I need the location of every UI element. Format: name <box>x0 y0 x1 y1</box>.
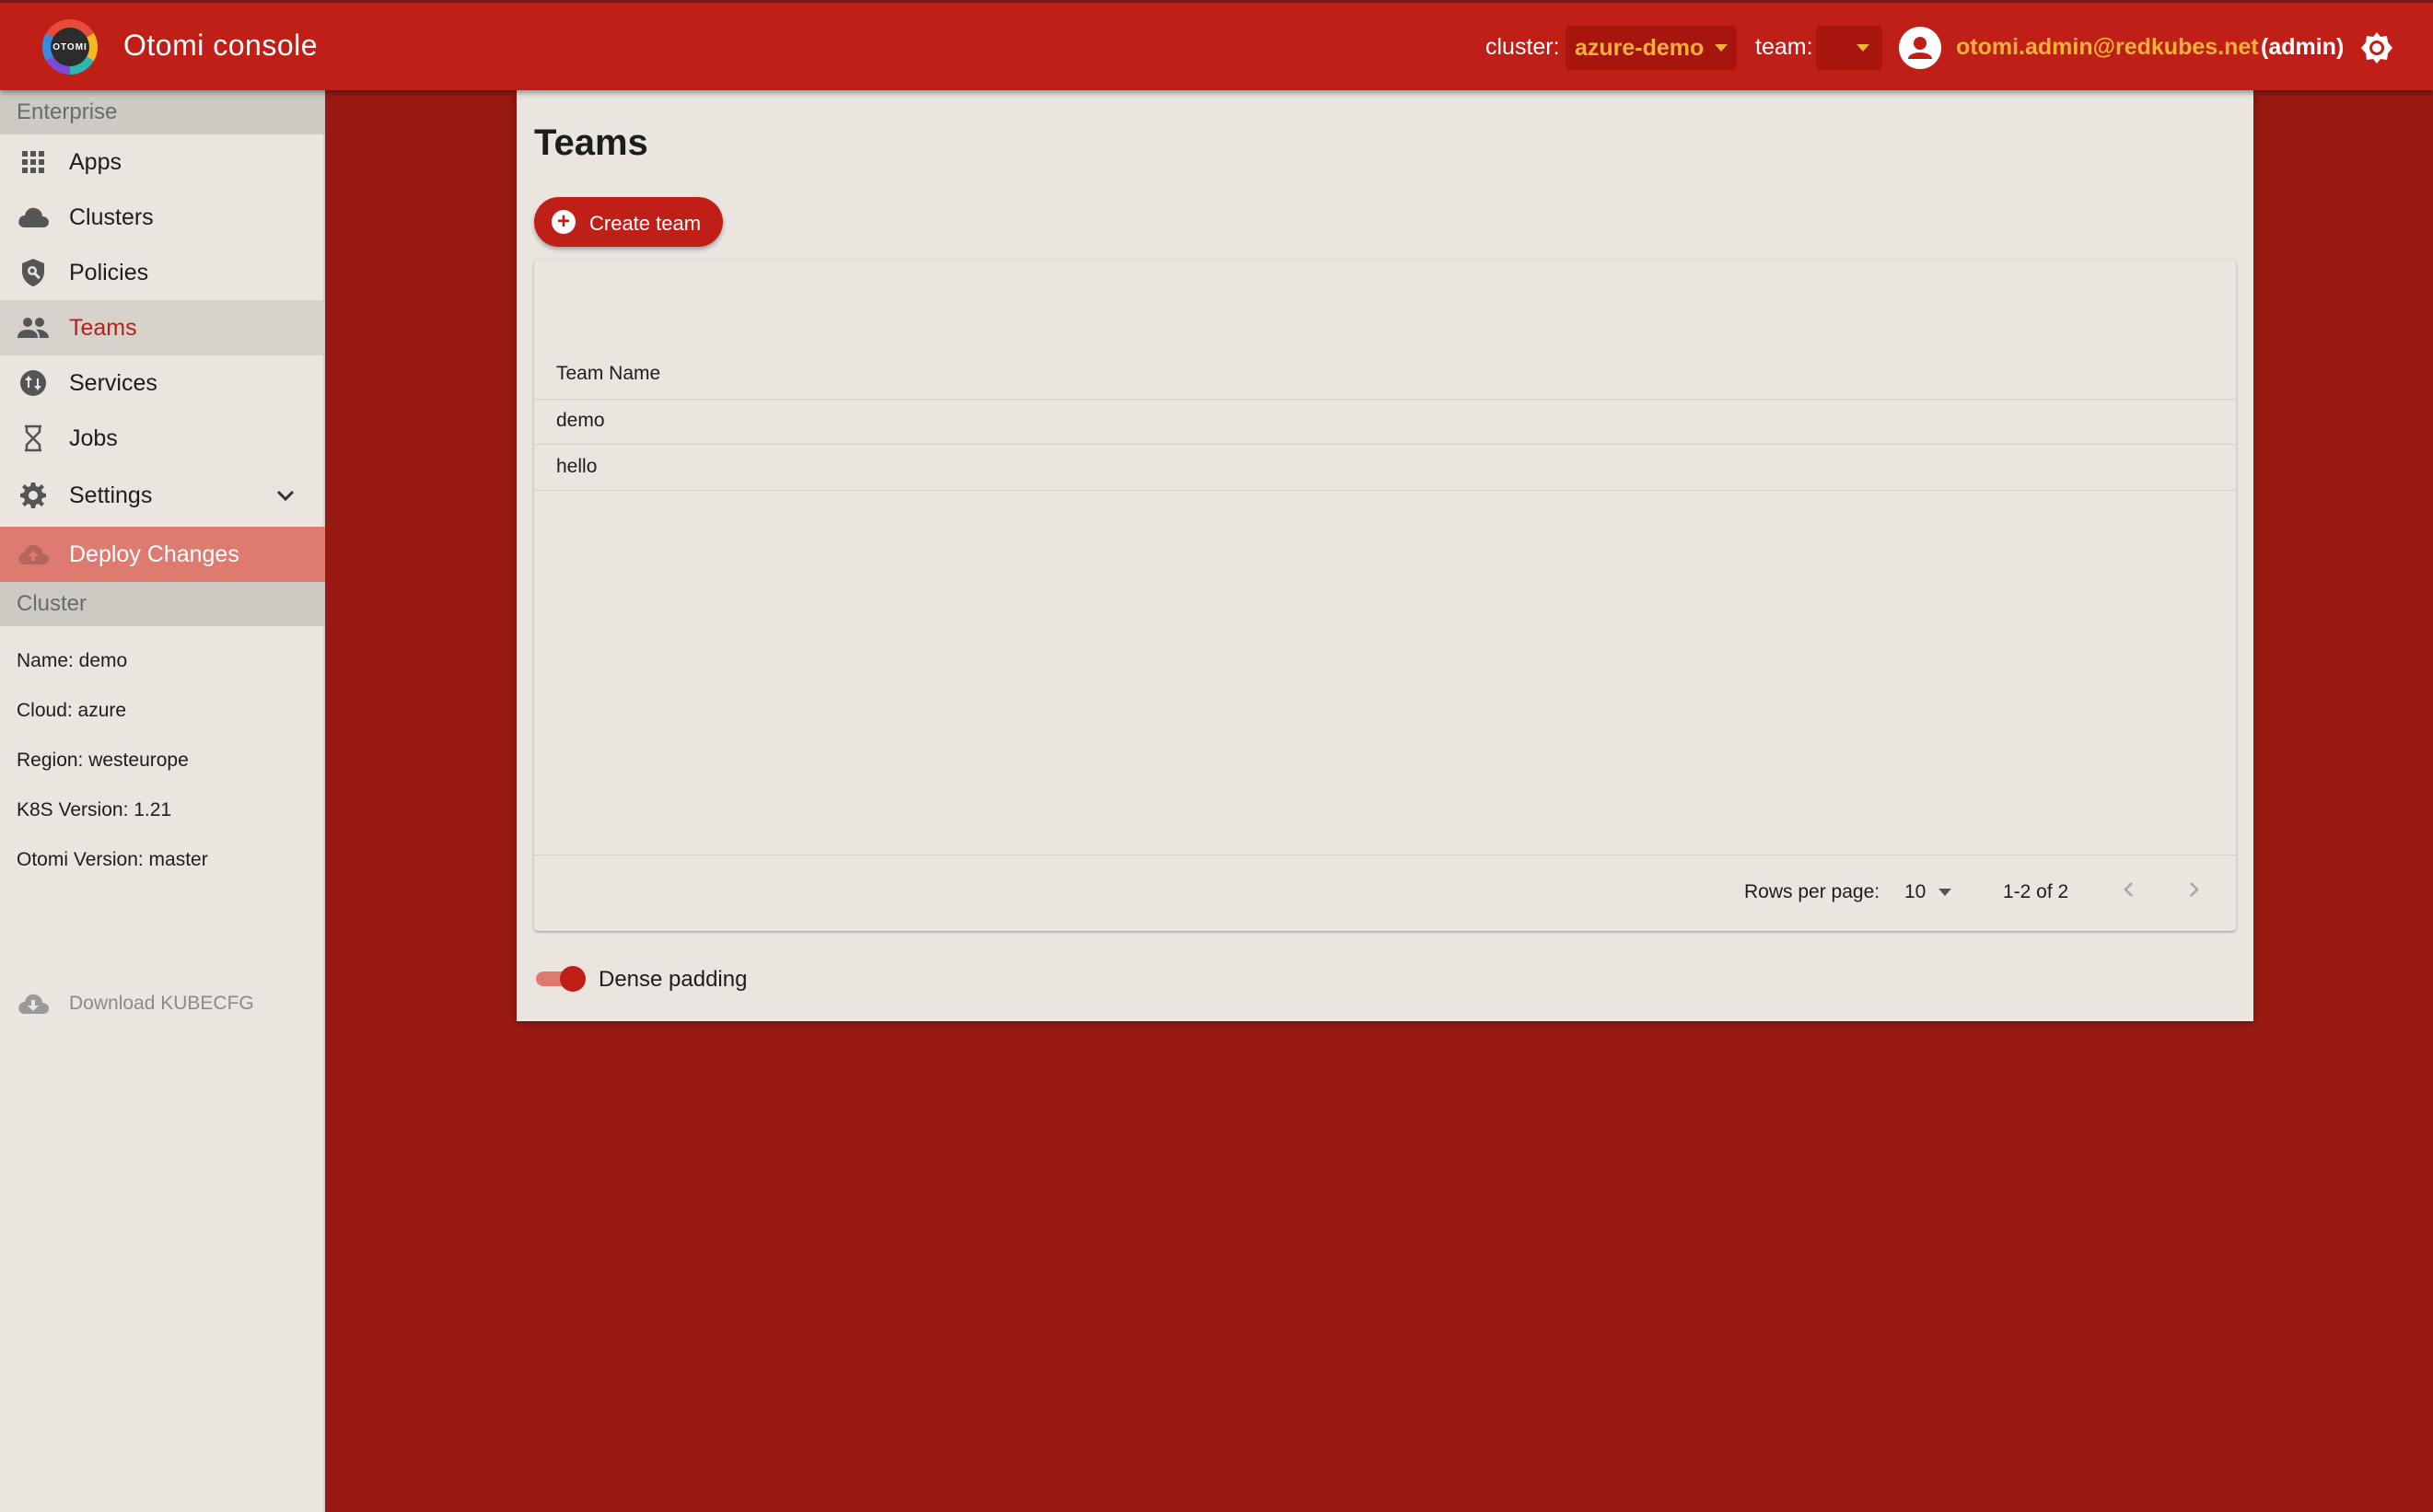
cluster-otomi-version: Otomi Version: master <box>17 849 208 870</box>
cloud-upload-icon <box>17 538 50 571</box>
sidebar-item-label: Jobs <box>69 425 118 451</box>
chevron-down-icon <box>1938 889 1952 896</box>
row-divider <box>534 490 2236 491</box>
cluster-section-header: Cluster <box>0 582 325 626</box>
table-row[interactable]: demo <box>556 410 605 432</box>
row-divider <box>534 444 2236 445</box>
app-title: Otomi console <box>123 29 319 62</box>
otomi-logo[interactable]: OTOMI <box>42 19 98 75</box>
cluster-name: Name: demo <box>17 650 128 671</box>
hourglass-icon <box>17 422 50 455</box>
pagination-range: 1-2 of 2 <box>2003 881 2069 902</box>
chevron-down-icon[interactable] <box>273 483 298 508</box>
user-email[interactable]: otomi.admin@redkubes.net <box>1956 34 2259 61</box>
sidebar-item-apps[interactable]: Apps <box>0 134 325 190</box>
sidebar-item-jobs[interactable]: Jobs <box>0 411 325 466</box>
sidebar: Enterprise Apps Clusters Policies Teams … <box>0 90 325 1512</box>
teams-table: Team Name demo hello Rows per page: 10 1… <box>534 260 2236 931</box>
create-team-label: Create team <box>589 212 702 235</box>
dense-padding-toggle[interactable] <box>534 962 591 995</box>
cloud-download-icon <box>17 987 50 1020</box>
people-icon <box>17 311 50 344</box>
download-kubecfg-button[interactable]: Download KUBECFG <box>0 978 325 1029</box>
rows-per-page-select[interactable]: 10 <box>1904 881 1952 903</box>
header-divider <box>534 399 2236 400</box>
chevron-down-icon <box>1857 44 1869 52</box>
sidebar-item-services[interactable]: Services <box>0 355 325 411</box>
table-row[interactable]: hello <box>556 456 597 478</box>
chevron-down-icon <box>1715 44 1729 52</box>
apps-grid-icon <box>17 145 50 179</box>
sidebar-item-label: Teams <box>69 314 137 341</box>
sidebar-item-policies[interactable]: Policies <box>0 245 325 300</box>
sidebar-item-label: Apps <box>69 148 122 175</box>
column-header-team-name[interactable]: Team Name <box>556 363 660 385</box>
cloud-icon <box>17 201 50 234</box>
page-title: Teams <box>534 122 648 163</box>
cluster-select[interactable]: azure-demo <box>1566 26 1737 70</box>
sidebar-item-teams[interactable]: Teams <box>0 300 325 355</box>
sidebar-item-label: Services <box>69 369 157 396</box>
sidebar-item-label: Deploy Changes <box>69 541 239 567</box>
add-circle-icon: + <box>552 210 576 234</box>
previous-page-icon[interactable] <box>2114 875 2144 904</box>
cluster-select-value: azure-demo <box>1575 34 1705 61</box>
team-label: team: <box>1755 34 1813 60</box>
sidebar-item-label: Policies <box>69 259 149 285</box>
sidebar-item-settings[interactable]: Settings <box>0 468 325 523</box>
logo-text: OTOMI <box>51 28 89 66</box>
team-select[interactable] <box>1816 26 1882 70</box>
enterprise-section-header: Enterprise <box>0 90 325 134</box>
user-avatar-icon[interactable] <box>1899 27 1941 69</box>
cluster-k8s-version: K8S Version: 1.21 <box>17 799 172 820</box>
create-team-button[interactable]: + Create team <box>534 197 723 247</box>
dense-padding-label: Dense padding <box>599 967 748 992</box>
download-kubecfg-label: Download KUBECFG <box>69 993 254 1014</box>
sidebar-item-label: Clusters <box>69 204 154 230</box>
shield-search-icon <box>17 256 50 289</box>
gear-icon <box>17 479 50 512</box>
rows-per-page-value: 10 <box>1904 881 1927 902</box>
rows-per-page-label: Rows per page: <box>1744 881 1880 902</box>
cluster-region: Region: westeurope <box>17 750 189 771</box>
cluster-cloud: Cloud: azure <box>17 700 127 721</box>
sidebar-item-label: Settings <box>69 482 153 508</box>
sidebar-item-clusters[interactable]: Clusters <box>0 190 325 245</box>
swap-vertical-icon <box>17 366 50 400</box>
next-page-icon[interactable] <box>2179 875 2208 904</box>
brightness-icon[interactable] <box>2359 30 2394 65</box>
teams-panel: Teams + Create team Team Name demo hello… <box>517 90 2253 1021</box>
deploy-changes-button[interactable]: Deploy Changes <box>0 527 325 582</box>
top-bar: OTOMI Otomi console cluster: azure-demo … <box>0 0 2433 90</box>
cluster-label: cluster: <box>1485 34 1560 60</box>
user-role: (admin) <box>2261 34 2345 60</box>
